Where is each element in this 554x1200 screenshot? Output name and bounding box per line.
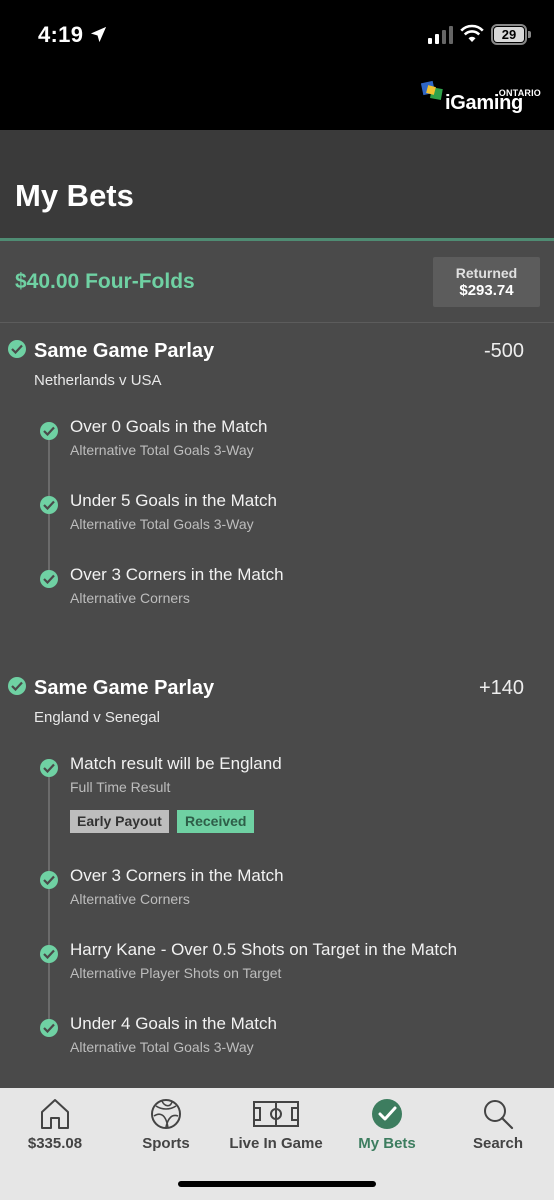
wifi-icon xyxy=(460,24,484,42)
battery-tip xyxy=(528,31,531,38)
bet-summary[interactable]: $40.00 Four-Folds Returned $293.74 xyxy=(0,241,554,323)
early-payout-badge: Early Payout xyxy=(70,810,169,833)
returned-box: Returned $293.74 xyxy=(433,257,540,307)
leg-title: Over 3 Corners in the Match xyxy=(70,565,284,584)
legs-connector xyxy=(48,769,50,1026)
check-circle-icon xyxy=(40,422,58,440)
tab-label: My Bets xyxy=(358,1135,416,1152)
tab-account-balance[interactable]: $335.08 xyxy=(0,1088,110,1168)
page-header: My Bets xyxy=(0,130,554,240)
leg-title: Harry Kane - Over 0.5 Shots on Target in… xyxy=(70,940,458,959)
tab-live-in-game[interactable]: Live In Game xyxy=(221,1088,331,1168)
battery-level: 29 xyxy=(494,27,524,42)
leg-market: Alternative Total Goals 3-Way xyxy=(70,516,254,532)
tab-label: Search xyxy=(472,1135,524,1152)
tab-my-bets[interactable]: My Bets xyxy=(332,1088,442,1168)
check-circle-icon xyxy=(40,871,58,889)
parlay-title: Same Game Parlay xyxy=(34,340,215,362)
check-circle-icon xyxy=(372,1099,402,1129)
tab-search[interactable]: Search xyxy=(443,1088,553,1168)
home-icon xyxy=(41,1099,69,1129)
leg-title: Under 5 Goals in the Match xyxy=(70,491,277,510)
stake-title: $40.00 Four-Folds xyxy=(15,270,195,293)
check-circle-icon xyxy=(40,570,58,588)
check-circle-icon xyxy=(40,496,58,514)
returned-label: Returned xyxy=(455,265,518,281)
leg-market: Alternative Player Shots on Target xyxy=(70,965,282,981)
battery-icon: 29 xyxy=(491,24,527,45)
leg-market: Alternative Corners xyxy=(70,891,190,907)
parlay-match: Netherlands v USA xyxy=(34,372,162,389)
tab-label: Sports xyxy=(142,1135,190,1152)
search-icon xyxy=(484,1100,514,1130)
check-circle-icon xyxy=(8,340,26,358)
check-circle-icon xyxy=(8,677,26,695)
received-badge: Received xyxy=(177,810,255,833)
igaming-name: iGaming xyxy=(445,92,523,114)
status-time: 4:19 xyxy=(38,22,84,47)
check-circle-icon xyxy=(40,945,58,963)
leg-market: Alternative Corners xyxy=(70,590,190,606)
page-title: My Bets xyxy=(15,178,134,213)
igaming-ontario-logo: ONTARIO iGaming xyxy=(421,80,543,116)
leg-market: Alternative Total Goals 3-Way xyxy=(70,442,254,458)
pitch-icon xyxy=(253,1101,299,1127)
leg-market: Alternative Total Goals 3-Way xyxy=(70,1039,254,1055)
home-indicator xyxy=(178,1181,376,1187)
parlay-odds: +140 xyxy=(478,677,524,699)
tab-label: Live In Game xyxy=(229,1135,323,1152)
check-circle-icon xyxy=(40,1019,58,1037)
status-bar: 4:19 29 ONTARIO iGaming xyxy=(0,0,554,130)
parlay-title: Same Game Parlay xyxy=(34,677,215,699)
leg-title: Over 3 Corners in the Match xyxy=(70,866,284,885)
igaming-logo-icon xyxy=(421,80,443,100)
returned-value: $293.74 xyxy=(459,282,514,299)
leg-title: Over 0 Goals in the Match xyxy=(70,417,268,436)
leg-market: Full Time Result xyxy=(70,779,171,795)
tab-label: $335.08 xyxy=(27,1135,83,1152)
cellular-signal-icon xyxy=(428,26,453,44)
soccer-ball-icon xyxy=(151,1099,181,1129)
leg-title: Under 4 Goals in the Match xyxy=(70,1014,277,1033)
parlay-match: England v Senegal xyxy=(34,709,160,726)
parlay-odds: -500 xyxy=(483,340,524,362)
check-circle-icon xyxy=(40,759,58,777)
location-arrow-icon xyxy=(90,26,107,43)
tab-sports[interactable]: Sports xyxy=(111,1088,221,1168)
leg-title: Match result will be England xyxy=(70,754,282,773)
